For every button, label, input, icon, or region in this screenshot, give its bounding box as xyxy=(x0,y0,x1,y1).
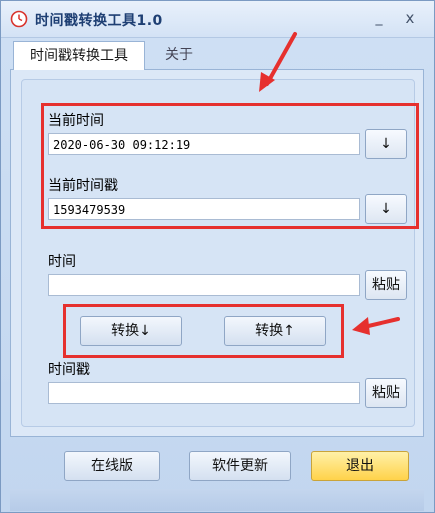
minimize-button[interactable]: _ xyxy=(368,8,390,28)
timestamp-label: 时间戳 xyxy=(48,362,90,378)
title-bar[interactable]: 时间戳转换工具1.0 _ x xyxy=(1,1,434,38)
annotation-arrow-icon xyxy=(259,32,297,92)
current-timestamp-field[interactable]: 1593479539 xyxy=(48,198,360,220)
clock-icon xyxy=(10,10,28,28)
paste-time-button[interactable]: 粘贴 xyxy=(365,270,407,300)
window-title: 时间戳转换工具1.0 xyxy=(35,13,163,29)
current-time-field[interactable]: 2020-06-30 09:12:19 xyxy=(48,133,360,155)
tab-about[interactable]: 关于 xyxy=(159,41,199,69)
convert-down-button[interactable]: 转换↓ xyxy=(80,316,182,346)
paste-timestamp-button[interactable]: 粘贴 xyxy=(365,378,407,408)
status-bar xyxy=(10,489,424,511)
close-button[interactable]: x xyxy=(399,8,421,28)
convert-up-button[interactable]: 转换↑ xyxy=(224,316,326,346)
copy-current-time-button[interactable]: ↓ xyxy=(365,129,407,159)
copy-current-timestamp-button[interactable]: ↓ xyxy=(365,194,407,224)
software-update-button[interactable]: 软件更新 xyxy=(189,451,291,481)
annotation-arrow-left-icon xyxy=(352,317,400,335)
online-version-button[interactable]: 在线版 xyxy=(64,451,160,481)
time-label: 时间 xyxy=(48,254,76,270)
tab-timestamp-converter[interactable]: 时间戳转换工具 xyxy=(13,41,145,70)
time-input[interactable] xyxy=(48,274,360,296)
current-time-label: 当前时间 xyxy=(48,113,104,129)
timestamp-input[interactable] xyxy=(48,382,360,404)
exit-button[interactable]: 退出 xyxy=(311,451,409,481)
current-timestamp-label: 当前时间戳 xyxy=(48,178,118,194)
